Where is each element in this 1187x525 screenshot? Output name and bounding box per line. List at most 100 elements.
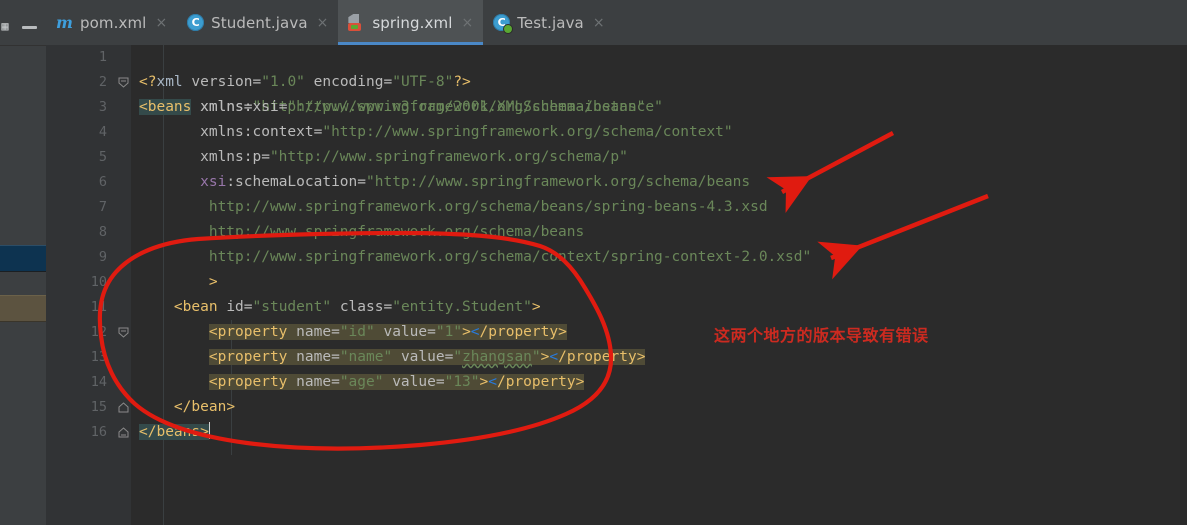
token-attr: class bbox=[339, 299, 384, 315]
code-line[interactable]: > bbox=[131, 270, 1187, 295]
test-class-icon: C bbox=[493, 14, 513, 33]
code-line[interactable]: <?xml version="1.0" encoding="UTF-8"?> bbox=[131, 45, 1187, 90]
token-quote: " bbox=[453, 349, 463, 365]
token-attr: :schemaLocation bbox=[226, 174, 358, 190]
tab-pom-xml[interactable]: m pom.xml × bbox=[46, 0, 177, 45]
token-lt: < bbox=[549, 349, 559, 365]
token-eq: = bbox=[261, 149, 270, 165]
fold-end-icon[interactable] bbox=[118, 402, 129, 413]
tab-spring-xml[interactable]: spring.xml × bbox=[338, 0, 484, 45]
tab-label: pom.xml bbox=[80, 13, 147, 32]
line-number: 10 bbox=[90, 274, 107, 290]
code-line[interactable]: xmlns:p="http://www.springframework.org/… bbox=[131, 145, 1187, 170]
code-line[interactable]: http://www.springframework.org/schema/be… bbox=[131, 195, 1187, 220]
token-attr: name bbox=[296, 374, 332, 390]
token-eq: = bbox=[331, 324, 340, 340]
token-eq: = bbox=[331, 374, 340, 390]
token-value: http://www.springframework.org/schema/co… bbox=[208, 249, 812, 265]
token-gt: > bbox=[558, 324, 567, 340]
code-line[interactable]: http://www.springframework.org/schema/be… bbox=[131, 220, 1187, 245]
code-line[interactable]: <bean id="student" class="entity.Student… bbox=[131, 295, 1187, 320]
code-line[interactable]: </bean> bbox=[131, 395, 1187, 420]
line-number: 5 bbox=[98, 149, 107, 165]
line-number: 11 bbox=[90, 299, 107, 315]
fold-expanded-icon[interactable] bbox=[118, 77, 129, 88]
minimize-icon[interactable] bbox=[22, 26, 37, 29]
token-gt: > bbox=[200, 424, 209, 440]
token-eq: = bbox=[243, 299, 253, 315]
token-tag-property-close: /property bbox=[558, 349, 637, 365]
tab-close-icon[interactable]: × bbox=[593, 16, 605, 30]
code-line[interactable]: </beans> bbox=[131, 420, 1187, 445]
token-gt: > bbox=[575, 374, 585, 390]
tab-test-java[interactable]: C Test.java × bbox=[483, 0, 614, 45]
token-attr: xmlns:p bbox=[200, 149, 262, 165]
token-eq: = bbox=[427, 324, 436, 340]
token-attr: id bbox=[226, 299, 244, 315]
token-value: "http://www.w3.org/2001/XMLSchema-instan… bbox=[287, 99, 663, 115]
token-attr: value bbox=[400, 349, 445, 365]
code-folding-gutter[interactable] bbox=[115, 45, 131, 525]
code-line[interactable]: http://www.springframework.org/schema/co… bbox=[131, 245, 1187, 270]
line-number: 7 bbox=[98, 199, 107, 215]
text-caret bbox=[208, 422, 210, 439]
code-line[interactable]: xmlns:context="http://www.springframewor… bbox=[131, 120, 1187, 145]
token-eq: = bbox=[331, 349, 340, 365]
editor-tab-bar: m pom.xml × C Student.java × spring.xml … bbox=[46, 0, 1187, 46]
strip-bar-blue[interactable] bbox=[0, 245, 46, 272]
code-line[interactable]: <property name="name" value="zhangsan"><… bbox=[131, 345, 1187, 370]
idea-editor-window: ▦ m pom.xml × C Student.java × spring.xm… bbox=[0, 0, 1187, 525]
token-eq: = bbox=[435, 374, 445, 390]
token-gt: > bbox=[636, 349, 646, 365]
fold-end-icon[interactable] bbox=[118, 427, 129, 438]
tab-close-icon[interactable]: × bbox=[155, 16, 167, 30]
line-number: 15 bbox=[90, 399, 107, 415]
token-tag-property-close: /property bbox=[496, 374, 576, 390]
spring-icon bbox=[348, 14, 365, 31]
token-lt: < bbox=[488, 374, 497, 390]
line-number: 4 bbox=[98, 124, 107, 140]
code-line[interactable]: xmlns:xsi="http://www.w3.org/2001/XMLSch… bbox=[131, 95, 1187, 120]
token-gt: > bbox=[462, 324, 471, 340]
token-attr: name bbox=[296, 349, 332, 365]
token-gt: > bbox=[479, 374, 489, 390]
line-number: 14 bbox=[90, 374, 107, 390]
token-value: "student" bbox=[252, 299, 332, 315]
code-text-area[interactable]: <?xml version="1.0" encoding="UTF-8"?> <… bbox=[131, 45, 1187, 525]
token-tag-bean-open: <bean bbox=[173, 299, 218, 315]
tab-label: Student.java bbox=[211, 13, 308, 32]
line-number: 6 bbox=[98, 174, 107, 190]
line-number-gutter: 1 2 3 4 5 6 7 8 9 10 11 12 13 14 15 16 bbox=[46, 45, 115, 525]
tab-close-icon[interactable]: × bbox=[461, 16, 473, 30]
code-line[interactable]: <property name="age" value="13"></proper… bbox=[131, 370, 1187, 395]
line-number: 3 bbox=[98, 99, 107, 115]
strip-bar-tan[interactable] bbox=[0, 295, 46, 322]
token-eq: = bbox=[357, 174, 366, 190]
token-attr: value bbox=[392, 374, 436, 390]
token-value: "http://www.springframework.org/schema/b… bbox=[366, 174, 751, 190]
token-quote: " bbox=[531, 349, 541, 365]
token-value: "13" bbox=[444, 374, 480, 390]
token-tag-property-open: <property bbox=[208, 374, 288, 390]
token-tag-property-close: /property bbox=[479, 324, 559, 340]
token-attr: value bbox=[383, 324, 428, 340]
fold-expanded-icon[interactable] bbox=[118, 327, 129, 338]
token-value: "id" bbox=[339, 324, 375, 340]
token-value: "name" bbox=[339, 349, 393, 365]
tab-close-icon[interactable]: × bbox=[317, 16, 329, 30]
tab-student-java[interactable]: C Student.java × bbox=[177, 0, 338, 45]
project-icon[interactable]: ▦ bbox=[0, 19, 12, 33]
tab-label: spring.xml bbox=[372, 13, 453, 32]
code-line[interactable]: <beans xmlns="http://www.springframework… bbox=[131, 70, 1187, 115]
token-ns-prefix: xsi bbox=[200, 174, 227, 190]
line-number: 16 bbox=[90, 424, 107, 440]
token-value: http://www.springframework.org/schema/be… bbox=[208, 199, 768, 215]
line-number: 8 bbox=[98, 224, 107, 240]
token-tag-property-open: <property bbox=[208, 349, 288, 365]
line-number: 2 bbox=[98, 74, 107, 90]
code-line[interactable]: <property name="id" value="1"></property… bbox=[131, 320, 1187, 345]
code-line[interactable]: xsi:schemaLocation="http://www.springfra… bbox=[131, 170, 1187, 195]
token-value: "http://www.springframework.org/schema/c… bbox=[322, 124, 733, 140]
code-editor[interactable]: 1 2 3 4 5 6 7 8 9 10 11 12 13 14 15 16 <… bbox=[46, 45, 1187, 525]
tab-label: Test.java bbox=[517, 13, 584, 32]
